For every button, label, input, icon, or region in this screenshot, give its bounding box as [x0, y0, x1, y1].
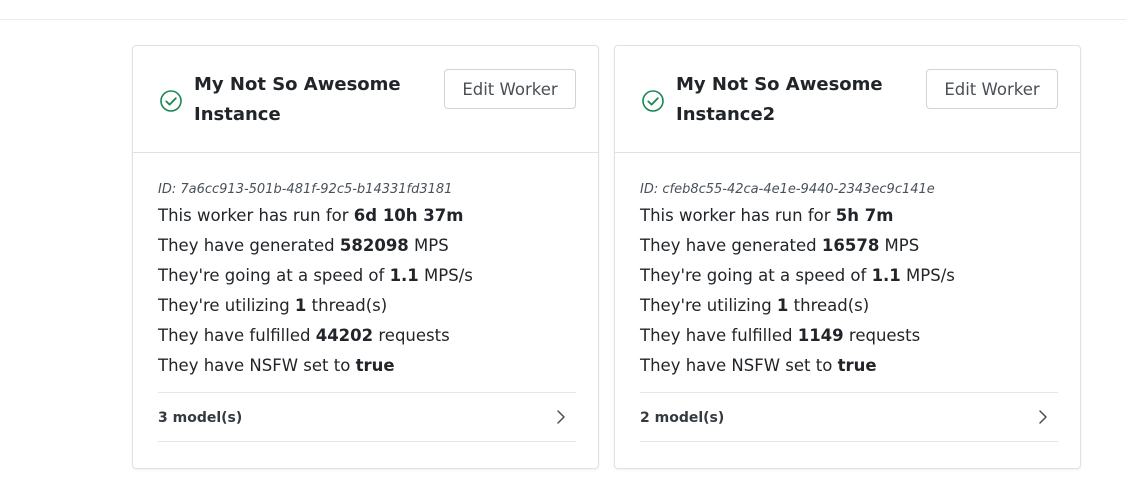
- edit-worker-button[interactable]: Edit Worker: [444, 69, 576, 109]
- worker-id: ID: 7a6cc913-501b-481f-92c5-b14331fd3181: [158, 182, 453, 197]
- worker-name: My Not So Awesome Instance: [194, 74, 401, 125]
- stat-runtime: This worker has run for 6d 10h 37m: [158, 206, 464, 225]
- requests-value: 1149: [797, 326, 844, 345]
- stat-threads: They're utilizing 1 thread(s): [640, 296, 870, 315]
- worker-card-header: My Not So Awesome Instance2 Edit Worker: [615, 46, 1080, 153]
- worker-card: My Not So Awesome Instance2 Edit Worker …: [614, 45, 1081, 469]
- worker-name: My Not So Awesome Instance2: [676, 74, 883, 125]
- worker-id: ID: cfeb8c55-42ca-4e1e-9440-2343ec9c141e: [640, 182, 935, 197]
- speed-value: 1.1: [871, 266, 901, 285]
- nsfw-value: true: [837, 356, 877, 375]
- models-accordion[interactable]: 2 model(s): [640, 392, 1058, 442]
- generated-value: 582098: [339, 236, 409, 255]
- models-accordion[interactable]: 3 model(s): [158, 392, 576, 442]
- stat-generated: They have generated 582098 MPS: [158, 236, 449, 255]
- stat-runtime: This worker has run for 5h 7m: [640, 206, 894, 225]
- models-count: 2 model(s): [640, 410, 725, 426]
- threads-value: 1: [294, 296, 307, 315]
- runtime-value: 6d 10h 37m: [353, 206, 464, 225]
- top-navbar: [0, 0, 1126, 20]
- stat-threads: They're utilizing 1 thread(s): [158, 296, 388, 315]
- worker-card-header: My Not So Awesome Instance Edit Worker: [133, 46, 598, 153]
- stat-requests: They have fulfilled 1149 requests: [640, 326, 921, 345]
- generated-value: 16578: [821, 236, 880, 255]
- worker-card: My Not So Awesome Instance Edit Worker I…: [132, 45, 599, 469]
- stat-nsfw: They have NSFW set to true: [640, 356, 877, 375]
- threads-value: 1: [776, 296, 789, 315]
- stat-requests: They have fulfilled 44202 requests: [158, 326, 450, 345]
- edit-worker-button[interactable]: Edit Worker: [926, 69, 1058, 109]
- models-count: 3 model(s): [158, 410, 243, 426]
- chevron-right-icon: [1039, 410, 1047, 424]
- requests-value: 44202: [315, 326, 374, 345]
- speed-value: 1.1: [389, 266, 419, 285]
- stat-speed: They're going at a speed of 1.1 MPS/s: [158, 266, 473, 285]
- check-circle-icon: [642, 90, 664, 112]
- nsfw-value: true: [355, 356, 395, 375]
- stat-speed: They're going at a speed of 1.1 MPS/s: [640, 266, 955, 285]
- check-circle-icon: [160, 90, 182, 112]
- chevron-right-icon: [557, 410, 565, 424]
- stat-generated: They have generated 16578 MPS: [640, 236, 920, 255]
- worker-stats: ID: 7a6cc913-501b-481f-92c5-b14331fd3181…: [158, 179, 576, 381]
- stat-nsfw: They have NSFW set to true: [158, 356, 395, 375]
- worker-stats: ID: cfeb8c55-42ca-4e1e-9440-2343ec9c141e…: [640, 179, 1058, 381]
- runtime-value: 5h 7m: [835, 206, 894, 225]
